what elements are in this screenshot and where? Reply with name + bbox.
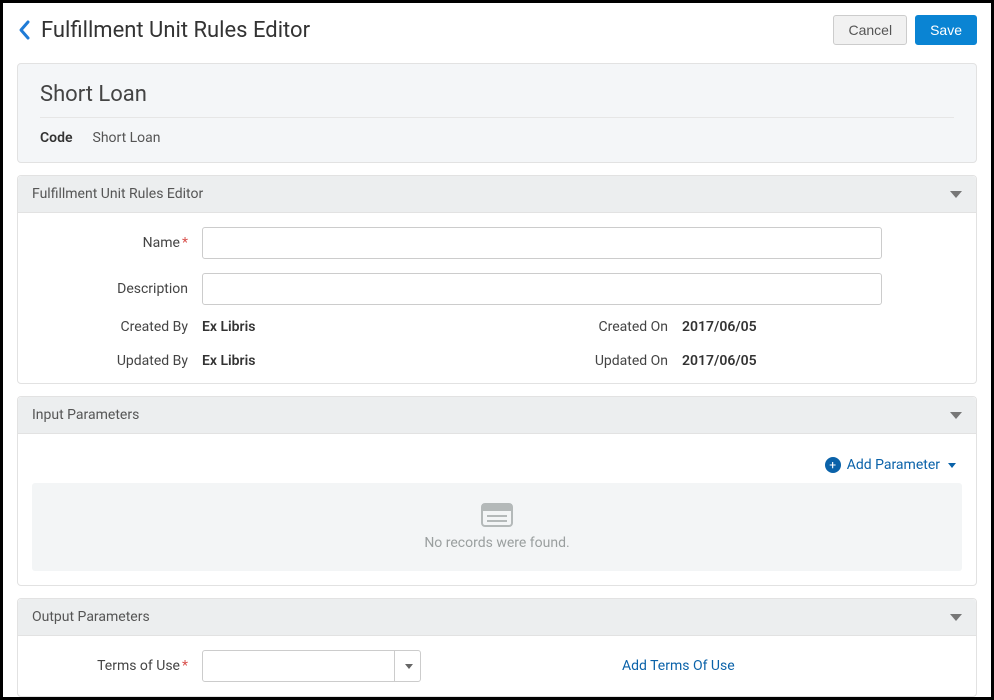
add-parameter-label: Add Parameter [847,457,940,473]
summary-title: Short Loan [40,82,954,118]
empty-state-text: No records were found. [52,535,942,551]
chevron-down-icon [950,412,962,419]
created-on-value: 2017/06/05 [682,319,962,335]
editor-panel: Fulfillment Unit Rules Editor Name* Desc… [17,175,977,384]
summary-code-value: Short Loan [93,130,161,146]
description-input[interactable] [202,273,882,305]
summary-card: Short Loan Code Short Loan [17,63,977,163]
output-parameters-panel: Output Parameters Terms of Use* Add Term… [17,598,977,697]
add-parameter-button[interactable]: + Add Parameter [825,457,956,473]
terms-of-use-dropdown-toggle[interactable] [394,650,422,682]
input-parameters-title: Input Parameters [32,407,950,423]
back-button[interactable] [17,19,33,41]
created-by-value: Ex Libris [202,319,482,335]
caret-down-icon [948,463,956,468]
editor-panel-header[interactable]: Fulfillment Unit Rules Editor [18,176,976,213]
name-label: Name* [32,235,202,251]
chevron-down-icon [950,191,962,198]
created-by-label: Created By [32,319,202,335]
editor-panel-title: Fulfillment Unit Rules Editor [32,186,950,202]
updated-on-label: Updated On [482,353,682,369]
terms-of-use-select[interactable] [202,650,421,682]
created-on-label: Created On [482,319,682,335]
chevron-down-icon [950,614,962,621]
output-parameters-title: Output Parameters [32,609,950,625]
input-parameters-header[interactable]: Input Parameters [18,397,976,434]
plus-circle-icon: + [825,457,841,473]
summary-code-label: Code [40,130,73,146]
updated-by-value: Ex Libris [202,353,482,369]
updated-by-label: Updated By [32,353,202,369]
caret-down-icon [405,664,413,669]
save-button[interactable]: Save [915,15,977,45]
output-parameters-header[interactable]: Output Parameters [18,599,976,636]
description-label: Description [32,281,202,297]
input-parameters-panel: Input Parameters + Add Parameter No reco… [17,396,977,586]
updated-on-value: 2017/06/05 [682,353,962,369]
chevron-left-icon [17,19,33,41]
list-empty-icon [52,503,942,527]
name-input[interactable] [202,227,882,259]
add-terms-of-use-link[interactable]: Add Terms Of Use [622,658,735,674]
cancel-button[interactable]: Cancel [833,15,907,45]
page-title: Fulfillment Unit Rules Editor [41,18,825,43]
empty-state: No records were found. [32,483,962,571]
terms-of-use-label: Terms of Use* [32,658,202,674]
